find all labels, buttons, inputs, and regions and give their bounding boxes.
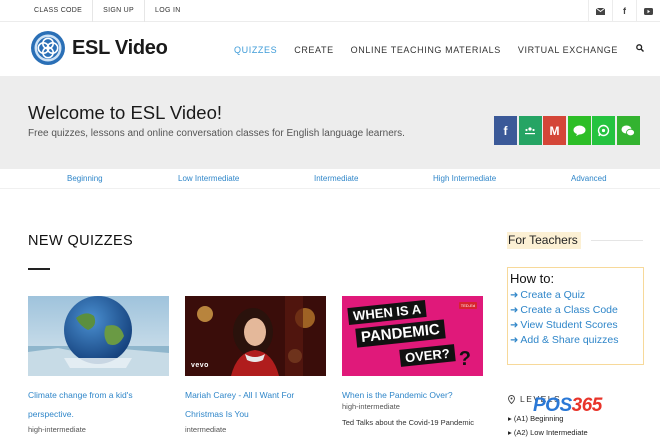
facebook-share-button[interactable]: f <box>494 116 517 145</box>
mail-icon[interactable] <box>588 0 612 22</box>
create-class-code-link[interactable]: ➜ Create a Class Code <box>510 303 643 318</box>
facebook-icon: f <box>503 123 508 138</box>
sign-up-link[interactable]: SIGN UP <box>93 0 146 22</box>
quiz-level: high-intermediate <box>28 425 86 434</box>
add-share-quizzes-link[interactable]: ➜ Add & Share quizzes <box>510 333 643 348</box>
class-code-link[interactable]: CLASS CODE <box>24 0 94 22</box>
nav-online-teaching-materials[interactable]: ONLINE TEACHING MATERIALS <box>351 45 501 55</box>
log-in-link[interactable]: LOG IN <box>145 0 191 22</box>
heading-divider <box>591 240 643 241</box>
account-links: CLASS CODE SIGN UP LOG IN <box>24 0 191 22</box>
thumb-text-line1: WHEN IS A <box>347 299 427 326</box>
thumb-text-line2: PANDEMIC <box>355 319 446 348</box>
page-subtitle: Free quizzes, lessons and online convers… <box>28 128 405 139</box>
line-icon <box>573 125 585 136</box>
level-link-beginning[interactable]: Beginning <box>67 174 103 183</box>
classroom-icon <box>525 126 535 134</box>
youtube-icon[interactable] <box>636 0 660 22</box>
quiz-card[interactable]: Climate change from a kid's perspective.… <box>28 296 169 434</box>
line-share-button[interactable] <box>567 116 591 145</box>
quiz-title[interactable]: Mariah Carey - All I Want For Christmas … <box>185 386 326 424</box>
nav-quizzes[interactable]: QUIZZES <box>234 45 277 55</box>
main-nav: QUIZZES CREATE ONLINE TEACHING MATERIALS… <box>217 23 644 76</box>
quiz-thumbnail-mariah[interactable]: vevo <box>185 296 326 376</box>
level-filter-bar: Beginning Low Intermediate Intermediate … <box>0 169 660 189</box>
page-title: Welcome to ESL Video! <box>28 102 223 123</box>
quiz-thumbnail-pandemic[interactable]: WHEN IS A PANDEMIC OVER? TED-Ed ? <box>342 296 483 376</box>
level-link-intermediate[interactable]: Intermediate <box>314 174 358 183</box>
nav-virtual-exchange[interactable]: VIRTUAL EXCHANGE <box>518 45 618 55</box>
question-mark-glyph: ? <box>458 348 471 370</box>
ted-ed-badge: TED-Ed <box>458 302 477 309</box>
for-teachers-heading: For Teachers <box>507 232 581 249</box>
logo-icon <box>31 31 65 65</box>
vevo-watermark: vevo <box>191 362 209 369</box>
quiz-level: intermediate <box>185 425 227 434</box>
quiz-title[interactable]: Climate change from a kid's perspective. <box>28 386 169 424</box>
quiz-card[interactable]: WHEN IS A PANDEMIC OVER? TED-Ed ? When i… <box>342 296 483 427</box>
level-link-advanced[interactable]: Advanced <box>571 174 607 183</box>
whatsapp-icon <box>597 124 610 137</box>
heading-underline <box>28 268 50 270</box>
top-utility-bar: CLASS CODE SIGN UP LOG IN f <box>0 0 660 22</box>
classroom-share-button[interactable] <box>518 116 542 145</box>
arrow-right-icon: ➜ <box>510 335 519 346</box>
level-link-low-intermediate[interactable]: Low Intermediate <box>178 174 239 183</box>
thumb-text-line3: OVER? <box>399 344 456 367</box>
whatsapp-share-button[interactable] <box>592 116 615 145</box>
arrow-right-icon: ➜ <box>510 290 519 301</box>
search-icon[interactable] <box>636 44 644 55</box>
arrow-right-icon: ➜ <box>510 320 519 331</box>
quiz-card[interactable]: vevo Mariah Carey - All I Want For Chris… <box>185 296 326 434</box>
quiz-thumbnail-climate[interactable] <box>28 296 169 376</box>
sidebar-level-a2[interactable]: ▸ (A2) Low Intermediate <box>508 428 588 437</box>
pos365-watermark: POS365 <box>533 395 602 416</box>
nav-create[interactable]: CREATE <box>294 45 333 55</box>
how-to-box: How to: ➜ Create a Quiz ➜ Create a Class… <box>507 267 644 365</box>
create-quiz-link[interactable]: ➜ Create a Quiz <box>510 288 643 303</box>
social-icons: f <box>588 0 660 22</box>
share-buttons: f M <box>494 116 641 145</box>
welcome-banner: Welcome to ESL Video! Free quizzes, less… <box>0 76 660 169</box>
view-student-scores-link[interactable]: ➜ View Student Scores <box>510 318 643 333</box>
arrow-right-icon: ➜ <box>510 305 519 316</box>
wechat-share-button[interactable] <box>616 116 640 145</box>
gmail-icon: M <box>549 123 560 138</box>
quiz-description: Ted Talks about the Covid-19 Pandemic <box>342 418 475 427</box>
site-header: ESL Video QUIZZES CREATE ONLINE TEACHING… <box>0 23 660 76</box>
how-to-title: How to: <box>510 271 555 286</box>
gmail-share-button[interactable]: M <box>543 116 566 145</box>
map-pin-icon <box>508 394 515 404</box>
level-link-high-intermediate[interactable]: High Intermediate <box>433 174 496 183</box>
site-logo[interactable]: ESL Video <box>30 30 168 66</box>
facebook-icon[interactable]: f <box>612 0 636 22</box>
wechat-icon <box>621 125 635 136</box>
logo-text: ESL Video <box>72 36 168 59</box>
new-quizzes-heading: NEW QUIZZES <box>28 233 134 249</box>
